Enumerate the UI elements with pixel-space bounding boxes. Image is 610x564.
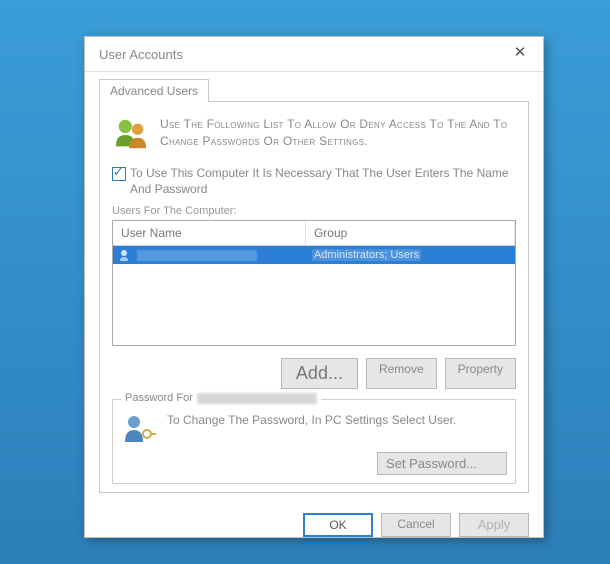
- require-login-checkbox[interactable]: [112, 167, 126, 181]
- column-username[interactable]: User Name: [113, 221, 306, 245]
- list-buttons: Add... Remove Property: [112, 358, 516, 389]
- intro-row: Use The Following List To Allow Or Deny …: [110, 112, 518, 156]
- intro-text: Use The Following List To Allow Or Deny …: [160, 116, 516, 152]
- remove-button[interactable]: Remove: [366, 358, 437, 389]
- password-button-row: Set Password...: [121, 452, 507, 475]
- property-button[interactable]: Property: [445, 358, 516, 389]
- ok-button[interactable]: OK: [303, 513, 373, 537]
- users-list-label: Users For The Computer:: [112, 205, 516, 217]
- dialog-title: User Accounts: [99, 47, 183, 62]
- require-login-row: To Use This Computer It Is Necessary Tha…: [112, 166, 516, 197]
- user-accounts-dialog: User Accounts ✕ Advanced Users Use The F…: [84, 36, 544, 538]
- redacted-username: [137, 250, 257, 261]
- table-row[interactable]: Administrators; Users: [113, 246, 515, 264]
- set-password-button[interactable]: Set Password...: [377, 452, 507, 475]
- close-button[interactable]: ✕: [505, 43, 535, 65]
- apply-button[interactable]: Apply: [459, 513, 529, 537]
- tab-strip: Advanced Users: [99, 78, 529, 102]
- tab-advanced-users[interactable]: Advanced Users: [99, 79, 209, 102]
- password-legend-text: Password For: [125, 392, 193, 404]
- titlebar: User Accounts ✕: [85, 37, 543, 72]
- user-icon: [119, 249, 133, 261]
- key-user-icon: [121, 412, 157, 446]
- add-button[interactable]: Add...: [281, 358, 358, 389]
- list-header: User Name Group: [113, 221, 515, 246]
- cancel-button[interactable]: Cancel: [381, 513, 451, 537]
- tab-panel: Use The Following List To Allow Or Deny …: [99, 102, 529, 493]
- row-group-text: Administrators; Users: [312, 249, 421, 261]
- row-user-cell: [113, 246, 306, 264]
- redacted-username-legend: [197, 393, 317, 404]
- dialog-button-row: OK Cancel Apply: [85, 503, 543, 545]
- password-legend: Password For: [121, 392, 321, 404]
- require-login-label: To Use This Computer It Is Necessary Tha…: [130, 166, 516, 197]
- password-fieldset: Password For To Change The Password, In …: [112, 399, 516, 484]
- password-row: To Change The Password, In PC Settings S…: [121, 412, 507, 446]
- column-group[interactable]: Group: [306, 221, 515, 245]
- password-text: To Change The Password, In PC Settings S…: [167, 412, 456, 429]
- users-icon: [112, 116, 150, 152]
- dialog-content: Advanced Users Use The Following List To…: [85, 72, 543, 503]
- row-group-cell: Administrators; Users: [306, 246, 515, 264]
- users-listbox[interactable]: User Name Group Administ: [112, 220, 516, 346]
